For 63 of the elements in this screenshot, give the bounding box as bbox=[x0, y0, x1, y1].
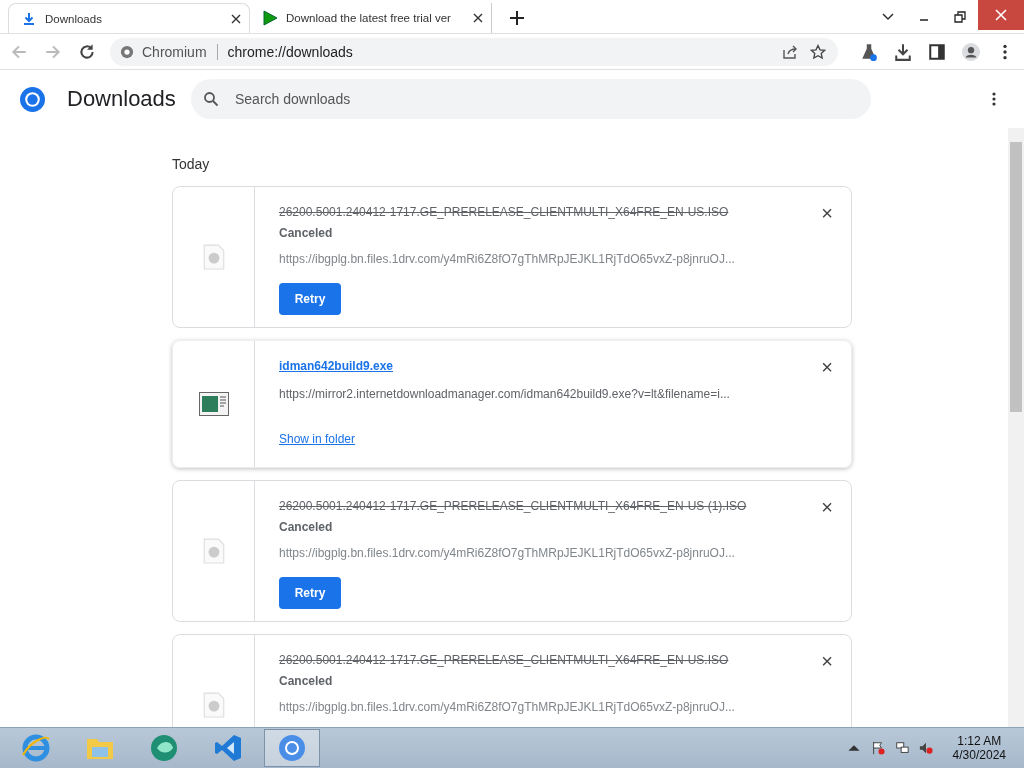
close-button[interactable] bbox=[978, 0, 1024, 30]
remove-button[interactable]: × bbox=[821, 357, 833, 377]
file-icon bbox=[202, 692, 225, 718]
code-editor-icon bbox=[213, 733, 243, 763]
chromium-logo-icon bbox=[20, 86, 45, 112]
url-text: chrome://downloads bbox=[227, 43, 353, 60]
clock-time: 1:12 AM bbox=[957, 734, 1002, 748]
search-field[interactable]: Search downloads bbox=[191, 79, 871, 119]
app-icon bbox=[149, 733, 179, 763]
search-icon bbox=[203, 91, 219, 107]
retry-button[interactable]: Retry bbox=[279, 283, 341, 315]
file-url: https://ibgplg.bn.files.1drv.com/y4mRi6Z8fO7gThMRpJEJKL1RjTdO65vxZ-p8jnruOJ... bbox=[279, 252, 735, 266]
site-name: Chromium bbox=[142, 43, 207, 60]
file-icon bbox=[202, 244, 225, 270]
status-text: Canceled bbox=[279, 226, 333, 240]
close-icon[interactable] bbox=[473, 13, 483, 23]
new-tab-icon[interactable] bbox=[510, 11, 524, 25]
restore-icon[interactable] bbox=[954, 11, 966, 23]
remove-button[interactable]: × bbox=[821, 651, 833, 671]
flag-icon[interactable] bbox=[870, 741, 885, 755]
play-icon bbox=[262, 10, 278, 26]
show-in-folder-link[interactable]: Show in folder bbox=[279, 432, 356, 446]
tab-title: Downloads bbox=[45, 12, 102, 25]
browser-e-icon bbox=[21, 733, 51, 763]
network-icon[interactable] bbox=[894, 741, 909, 755]
taskbar-app[interactable] bbox=[264, 729, 320, 767]
close-icon[interactable] bbox=[231, 13, 241, 24]
remove-button[interactable]: × bbox=[821, 203, 833, 223]
section-heading: Today bbox=[172, 156, 211, 172]
file-url: https://ibgplg.bn.files.1drv.com/y4mRi6Z8fO7gThMRpJEJKL1RjTdO65vxZ-p8jnruOJ... bbox=[279, 546, 735, 560]
file-name-link[interactable]: idman642build9.exe bbox=[279, 359, 394, 373]
browser-tab[interactable]: Downloads bbox=[8, 3, 250, 33]
remove-button[interactable]: × bbox=[821, 497, 833, 517]
page-title: Downloads bbox=[67, 86, 177, 112]
star-icon[interactable] bbox=[810, 43, 826, 60]
file-name: 26200.5001.240412-1717.GE_PRERELEASE_CLIENTMULTI_X64FRE_EN-US.ISO bbox=[279, 205, 729, 219]
profile-icon[interactable] bbox=[962, 42, 980, 61]
program-file-icon bbox=[198, 392, 229, 416]
speaker-muted-icon[interactable] bbox=[918, 741, 933, 755]
download-icon bbox=[21, 10, 37, 27]
browser-tab[interactable]: Download the latest free trial ver bbox=[250, 3, 492, 33]
side-panel-icon[interactable] bbox=[928, 42, 946, 61]
chromium-icon bbox=[120, 44, 134, 59]
tab-title: Download the latest free trial ver bbox=[286, 12, 451, 24]
chromium-icon bbox=[277, 733, 307, 763]
file-icon bbox=[202, 538, 225, 564]
flask-icon[interactable] bbox=[860, 42, 878, 61]
retry-button[interactable]: Retry bbox=[279, 577, 341, 609]
status-text: Canceled bbox=[279, 674, 333, 688]
reload-icon[interactable] bbox=[78, 42, 96, 61]
search-input[interactable]: Search downloads bbox=[233, 90, 859, 108]
file-name: 26200.5001.240412-1717.GE_PRERELEASE_CLIENTMULTI_X64FRE_EN-US.ISO bbox=[279, 653, 729, 667]
clock-date: 4/30/2024 bbox=[952, 748, 1006, 762]
download-icon[interactable] bbox=[894, 42, 912, 61]
scrollbar[interactable] bbox=[1008, 128, 1024, 727]
close-icon bbox=[995, 9, 1007, 21]
chevron-down-icon[interactable] bbox=[882, 11, 894, 23]
address-bar[interactable]: Chromium chrome://downloads bbox=[110, 37, 838, 66]
share-icon[interactable] bbox=[782, 43, 798, 60]
file-url: https://mirror2.internetdownloadmanager.com/idman642build9.exe?v=lt&filename=i... bbox=[279, 387, 730, 401]
status-text: Canceled bbox=[279, 520, 333, 534]
file-name: 26200.5001.240412-1717.GE_PRERELEASE_CLIENTMULTI_X64FRE_EN-US (1).ISO bbox=[279, 499, 747, 513]
file-url: https://ibgplg.bn.files.1drv.com/y4mRi6Z8fO7gThMRpJEJKL1RjTdO65vxZ-p8jnruOJ... bbox=[279, 700, 735, 714]
